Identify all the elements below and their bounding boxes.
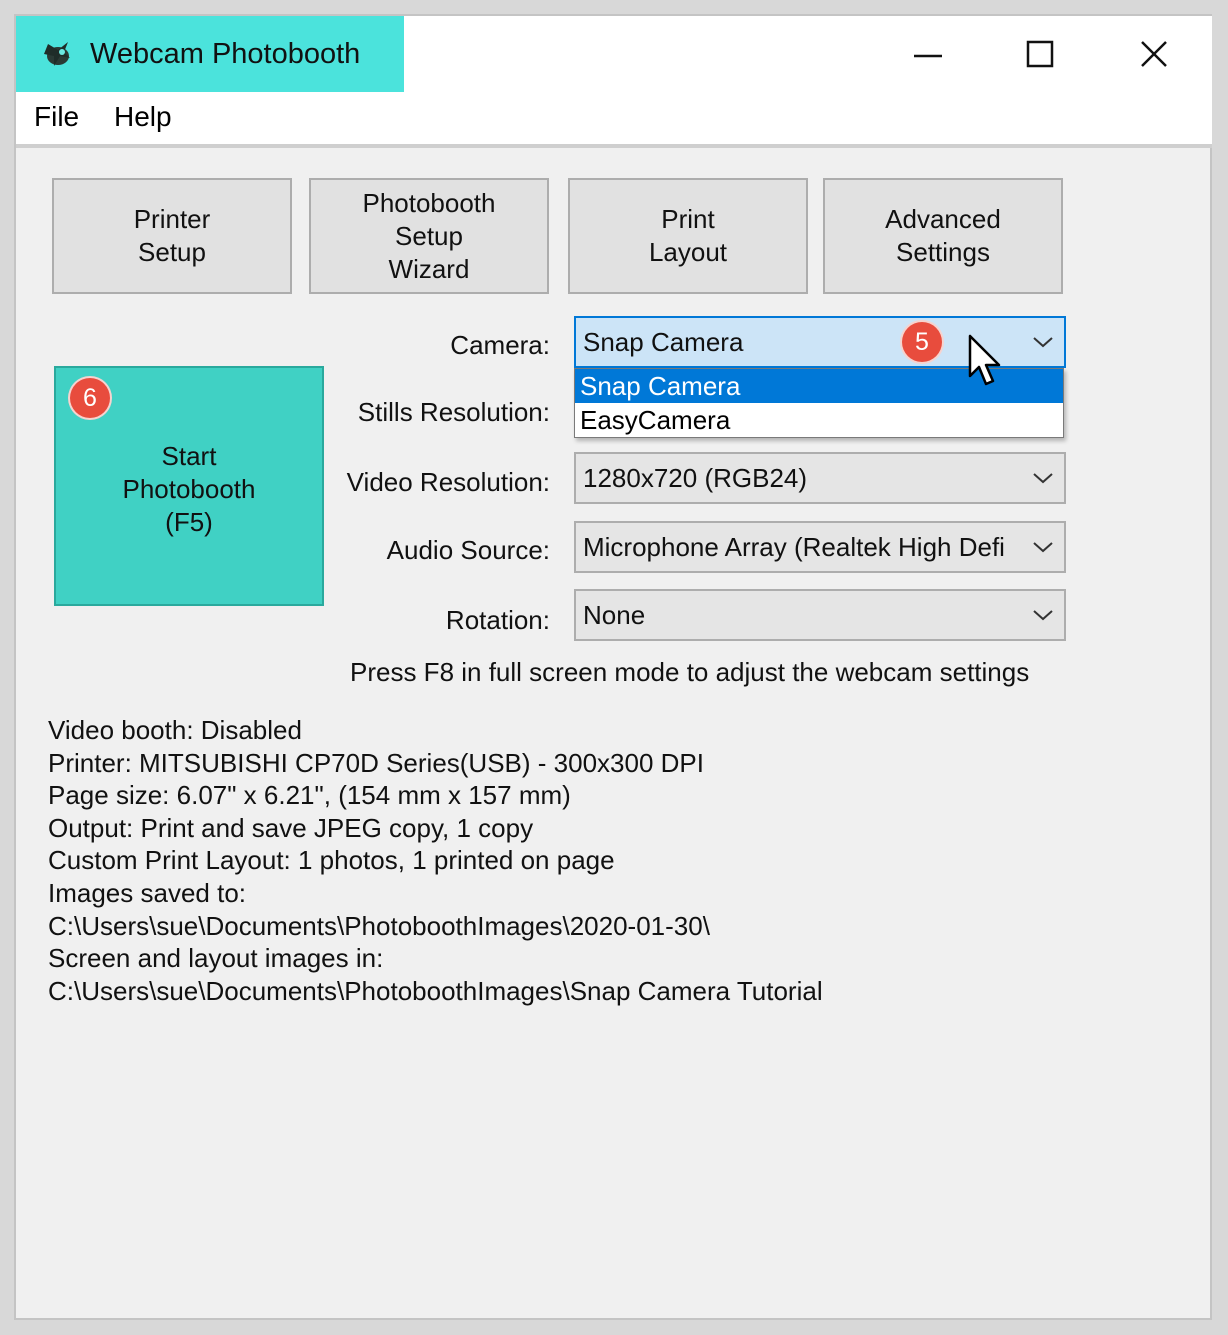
rotation-value: None — [583, 600, 646, 630]
info-line: Printer: MITSUBISHI CP70D Series(USB) - … — [48, 747, 704, 778]
info-line: Video booth: Disabled — [48, 715, 302, 745]
setup-wizard-button[interactable]: Photobooth Setup Wizard — [309, 178, 549, 294]
video-resolution-select[interactable]: 1280x720 (RGB24) — [574, 452, 1066, 504]
menu-bar: File Help — [16, 92, 1212, 148]
chevron-down-icon — [1033, 610, 1053, 621]
audio-source-select[interactable]: Microphone Array (Realtek High Defi — [574, 521, 1066, 573]
rotation-select[interactable]: None — [574, 589, 1066, 641]
step-badge-camera: 5 — [902, 322, 942, 362]
mouse-cursor-icon — [968, 334, 1001, 386]
info-line: C:\Users\sue\Documents\PhotoboothImages\… — [48, 910, 710, 941]
close-icon — [1141, 41, 1167, 67]
window-title: Webcam Photobooth — [90, 38, 361, 70]
webcam-settings-hint: Press F8 in full screen mode to adjust t… — [350, 657, 1030, 687]
stills-resolution-label: Stills Resolution: — [357, 397, 550, 427]
chevron-down-icon — [1033, 337, 1053, 348]
printer-setup-button[interactable]: Printer Setup — [52, 178, 292, 294]
audio-source-label: Audio Source: — [386, 535, 550, 565]
info-line: C:\Users\sue\Documents\PhotoboothImages\… — [48, 975, 823, 1006]
status-info: Video booth: Disabled Printer: MITSUBISH… — [48, 714, 823, 1007]
close-button[interactable] — [1124, 26, 1184, 82]
camera-label: Camera: — [450, 330, 550, 360]
advanced-settings-button[interactable]: Advanced Settings — [823, 178, 1063, 294]
maximize-icon — [1026, 40, 1054, 68]
minimize-button[interactable] — [898, 26, 958, 82]
minimize-icon — [914, 54, 942, 58]
info-line: Images saved to: — [48, 877, 246, 908]
camera-value: Snap Camera — [583, 327, 744, 357]
chevron-down-icon — [1033, 473, 1053, 484]
step-badge-start: 6 — [70, 378, 110, 418]
start-photobooth-label: Start Photobooth (F5) — [122, 441, 256, 537]
info-line: Output: Print and save JPEG copy, 1 copy — [48, 812, 534, 843]
info-line: Custom Print Layout: 1 photos, 1 printed… — [48, 845, 615, 876]
audio-source-value: Microphone Array (Realtek High Defi — [583, 532, 1005, 562]
chevron-down-icon — [1033, 542, 1053, 553]
video-resolution-label: Video Resolution: — [346, 467, 550, 497]
info-line: Screen and layout images in: — [48, 943, 384, 974]
title-bar: Webcam Photobooth — [16, 16, 1212, 92]
app-icon — [40, 36, 76, 72]
menu-help[interactable]: Help — [114, 100, 172, 134]
maximize-button[interactable] — [1010, 26, 1070, 82]
print-layout-button[interactable]: Print Layout — [568, 178, 808, 294]
app-window: Webcam Photobooth File Help Printer Setu… — [14, 14, 1212, 1320]
rotation-label: Rotation: — [445, 605, 550, 635]
video-resolution-value: 1280x720 (RGB24) — [583, 463, 808, 493]
info-line: Page size: 6.07" x 6.21", (154 mm x 157 … — [48, 780, 571, 811]
menu-file[interactable]: File — [34, 100, 79, 134]
camera-option-easycamera[interactable]: EasyCamera — [575, 403, 1063, 437]
